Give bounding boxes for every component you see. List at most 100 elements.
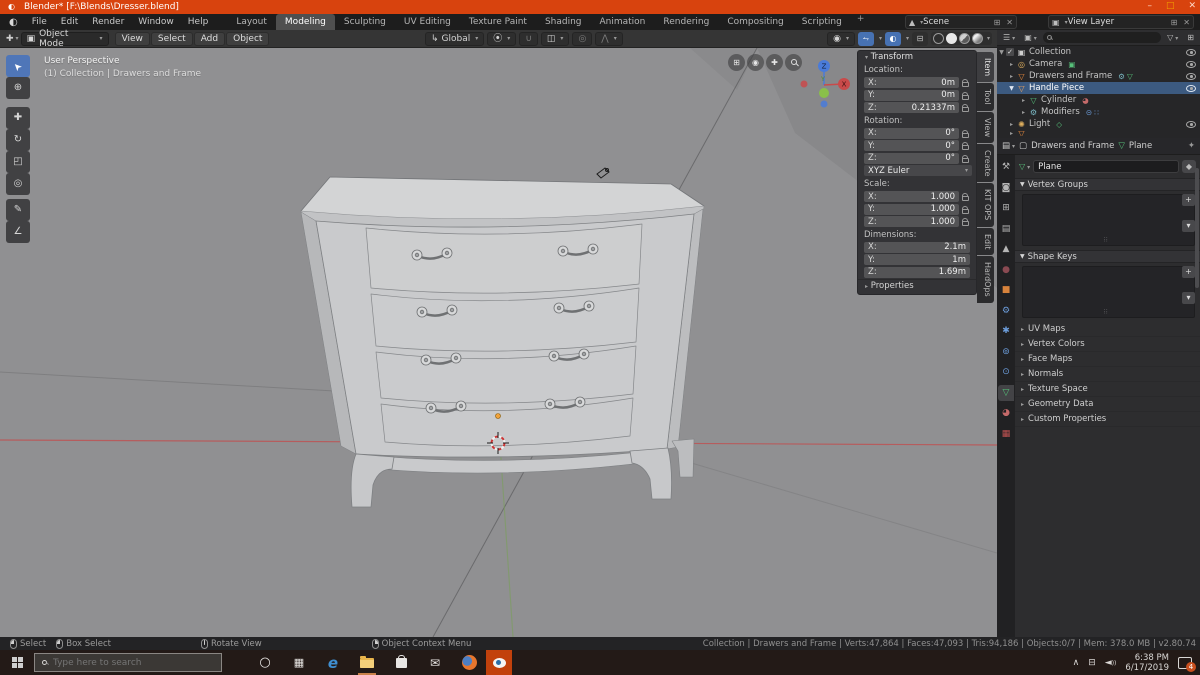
panel-texture-space[interactable]: ▸ Texture Space bbox=[1015, 382, 1200, 397]
rotation-mode-dropdown[interactable]: XYZ Euler ▾ bbox=[864, 165, 972, 176]
vertex-groups-list[interactable]: + ▾ ⁝⁝ bbox=[1022, 194, 1195, 246]
action-center-icon[interactable]: 4 bbox=[1178, 656, 1196, 672]
menu-help[interactable]: Help bbox=[181, 14, 216, 30]
scale-x-field[interactable]: X: 1.000 bbox=[864, 191, 959, 202]
scene-selector[interactable]: ▲ ▾ Scene ⊞ ✕ bbox=[905, 15, 1017, 29]
tab-compositing[interactable]: Compositing bbox=[718, 14, 792, 30]
breadcrumb-object[interactable]: Drawers and Frame bbox=[1031, 141, 1114, 151]
vertex-groups-header[interactable]: ▼ Vertex Groups bbox=[1015, 178, 1200, 191]
add-workspace-button[interactable]: + bbox=[851, 14, 871, 30]
search-input[interactable] bbox=[53, 657, 193, 668]
tab-layout[interactable]: Layout bbox=[227, 14, 276, 30]
taskbar-clock[interactable]: 6:38 PM 6/17/2019 bbox=[1125, 653, 1169, 673]
hidden-icons-caret[interactable]: ∧ bbox=[1073, 658, 1080, 668]
tab-scene[interactable]: ▲ bbox=[998, 241, 1014, 257]
view-menu[interactable]: View bbox=[114, 31, 150, 46]
npanel-tab-create[interactable]: Create bbox=[977, 143, 994, 183]
tab-sculpting[interactable]: Sculpting bbox=[335, 14, 395, 30]
select-menu[interactable]: Select bbox=[150, 31, 193, 46]
outliner-display-mode[interactable]: ▣ ▾ bbox=[1021, 33, 1040, 42]
tab-animation[interactable]: Animation bbox=[591, 14, 655, 30]
tool-move[interactable]: ✚ bbox=[6, 107, 30, 129]
eye-icon[interactable] bbox=[1186, 60, 1196, 68]
panel-geometry-data[interactable]: ▸ Geometry Data bbox=[1015, 397, 1200, 412]
tab-uv-editing[interactable]: UV Editing bbox=[395, 14, 460, 30]
tab-output[interactable]: ⊞ bbox=[998, 200, 1014, 216]
location-y-field[interactable]: Y: 0m bbox=[864, 89, 959, 101]
network-icon[interactable]: ⊟ bbox=[1088, 658, 1096, 668]
rotation-z-field[interactable]: Z: 0° bbox=[864, 152, 959, 164]
tab-material[interactable]: ◕ bbox=[998, 405, 1014, 421]
properties-editor-icon[interactable]: ▤ ▾ bbox=[1002, 141, 1015, 151]
maximize-button[interactable]: □ bbox=[1166, 1, 1175, 11]
shape-key-specials-button[interactable]: ▾ bbox=[1182, 292, 1195, 304]
pivot-point-dropdown[interactable]: ⦿ ▾ bbox=[487, 31, 517, 46]
npanel-tab-item[interactable]: Item bbox=[977, 52, 994, 83]
fake-user-shield-icon[interactable]: ◆ bbox=[1182, 160, 1196, 173]
eye-icon[interactable] bbox=[1186, 84, 1196, 92]
tab-texture-paint[interactable]: Texture Paint bbox=[460, 14, 536, 30]
view-layer-selector[interactable]: ▣ ▾ View Layer ⊞ ✕ bbox=[1048, 15, 1194, 29]
outliner-row-light[interactable]: ▸ ✺ Light ◇ bbox=[997, 118, 1200, 130]
npanel-tab-edit[interactable]: Edit bbox=[977, 227, 994, 256]
tab-particles[interactable]: ✱ bbox=[998, 323, 1014, 339]
edge-icon[interactable]: e bbox=[320, 650, 346, 675]
add-vertex-group-button[interactable]: + bbox=[1182, 194, 1195, 206]
panel-uv-maps[interactable]: ▸ UV Maps bbox=[1015, 322, 1200, 337]
dim-x-field[interactable]: X: 2.1m bbox=[864, 241, 970, 253]
close-button[interactable]: ✕ bbox=[1188, 1, 1196, 11]
remove-scene-button[interactable]: ✕ bbox=[1003, 18, 1016, 27]
tab-tool[interactable]: ⚒ bbox=[998, 159, 1014, 175]
mesh-data-icon[interactable]: ▽ ▾ bbox=[1019, 162, 1030, 171]
minimize-button[interactable]: – bbox=[1147, 1, 1152, 11]
scale-y-field[interactable]: Y: 1.000 bbox=[864, 203, 959, 215]
snap-target-dropdown[interactable]: ◫ ▾ bbox=[540, 31, 570, 46]
location-z-field[interactable]: Z: 0.21337m bbox=[864, 102, 959, 113]
location-x-field[interactable]: X: 0m bbox=[864, 77, 959, 88]
rotation-y-field[interactable]: Y: 0° bbox=[864, 140, 959, 151]
panel-custom-properties[interactable]: ▸ Custom Properties bbox=[1015, 412, 1200, 427]
overlays-toggle[interactable]: ◐ bbox=[884, 31, 901, 46]
volume-icon[interactable]: ◄)) bbox=[1105, 658, 1117, 668]
transform-panel-header[interactable]: ▾ Transform bbox=[858, 51, 976, 64]
3d-viewport[interactable]: User Perspective (1) Collection | Drawer… bbox=[0, 48, 997, 637]
tab-modifiers[interactable]: ⚙ bbox=[998, 303, 1014, 319]
object-menu[interactable]: Object bbox=[226, 31, 270, 46]
filter-icon[interactable]: ▽ ▾ bbox=[1164, 33, 1181, 42]
falloff-dropdown[interactable]: ⋀ ▾ bbox=[595, 31, 623, 46]
add-shape-key-button[interactable]: + bbox=[1182, 266, 1195, 278]
panel-vertex-colors[interactable]: ▸ Vertex Colors bbox=[1015, 337, 1200, 352]
shape-keys-list[interactable]: + ▾ ⁝⁝ bbox=[1022, 266, 1195, 318]
tab-rendering[interactable]: Rendering bbox=[654, 14, 718, 30]
npanel-tab-kitops[interactable]: KIT OPS bbox=[977, 183, 994, 227]
firefox-icon[interactable] bbox=[456, 650, 482, 675]
tool-annotate[interactable]: ✎ bbox=[6, 199, 30, 221]
tab-shading[interactable]: Shading bbox=[536, 14, 591, 30]
collection-checkbox[interactable]: ✓ bbox=[1006, 48, 1014, 56]
outliner-row-clipped[interactable]: ▸ ▽ bbox=[997, 130, 1200, 136]
mail-icon[interactable]: ✉ bbox=[422, 650, 448, 675]
tab-world[interactable]: ● bbox=[998, 262, 1014, 278]
tab-texture[interactable]: ▦ bbox=[998, 426, 1014, 442]
breadcrumb-data[interactable]: Plane bbox=[1129, 141, 1152, 151]
tool-rotate[interactable]: ↻ bbox=[6, 129, 30, 151]
gizmos-toggle[interactable]: ⥊ bbox=[857, 31, 874, 46]
npanel-tab-view[interactable]: View bbox=[977, 111, 994, 143]
axis-gizmo[interactable]: Z Y X bbox=[798, 54, 850, 110]
outliner-row-cylinder[interactable]: ▸ ▽ Cylinder ◕ bbox=[997, 94, 1200, 106]
menu-window[interactable]: Window bbox=[131, 14, 181, 30]
dim-y-field[interactable]: Y: 1m bbox=[864, 254, 970, 265]
new-scene-button[interactable]: ⊞ bbox=[991, 18, 1004, 27]
visibility-dropdown[interactable]: ◉ ▾ bbox=[827, 31, 855, 46]
pan-view-button[interactable]: ✚ bbox=[766, 54, 783, 71]
blender-taskbar-icon[interactable] bbox=[486, 650, 512, 675]
lock-icon[interactable] bbox=[959, 154, 972, 163]
scene-name[interactable]: Scene bbox=[923, 17, 990, 27]
microsoft-store-icon[interactable] bbox=[388, 650, 414, 675]
panel-normals[interactable]: ▸ Normals bbox=[1015, 367, 1200, 382]
lock-icon[interactable] bbox=[959, 192, 972, 201]
snap-toggle[interactable]: ∪ bbox=[519, 31, 538, 46]
tab-scripting[interactable]: Scripting bbox=[793, 14, 851, 30]
proportional-edit-toggle[interactable]: ◎ bbox=[572, 31, 593, 46]
tab-constraints[interactable]: ⊙ bbox=[998, 364, 1014, 380]
